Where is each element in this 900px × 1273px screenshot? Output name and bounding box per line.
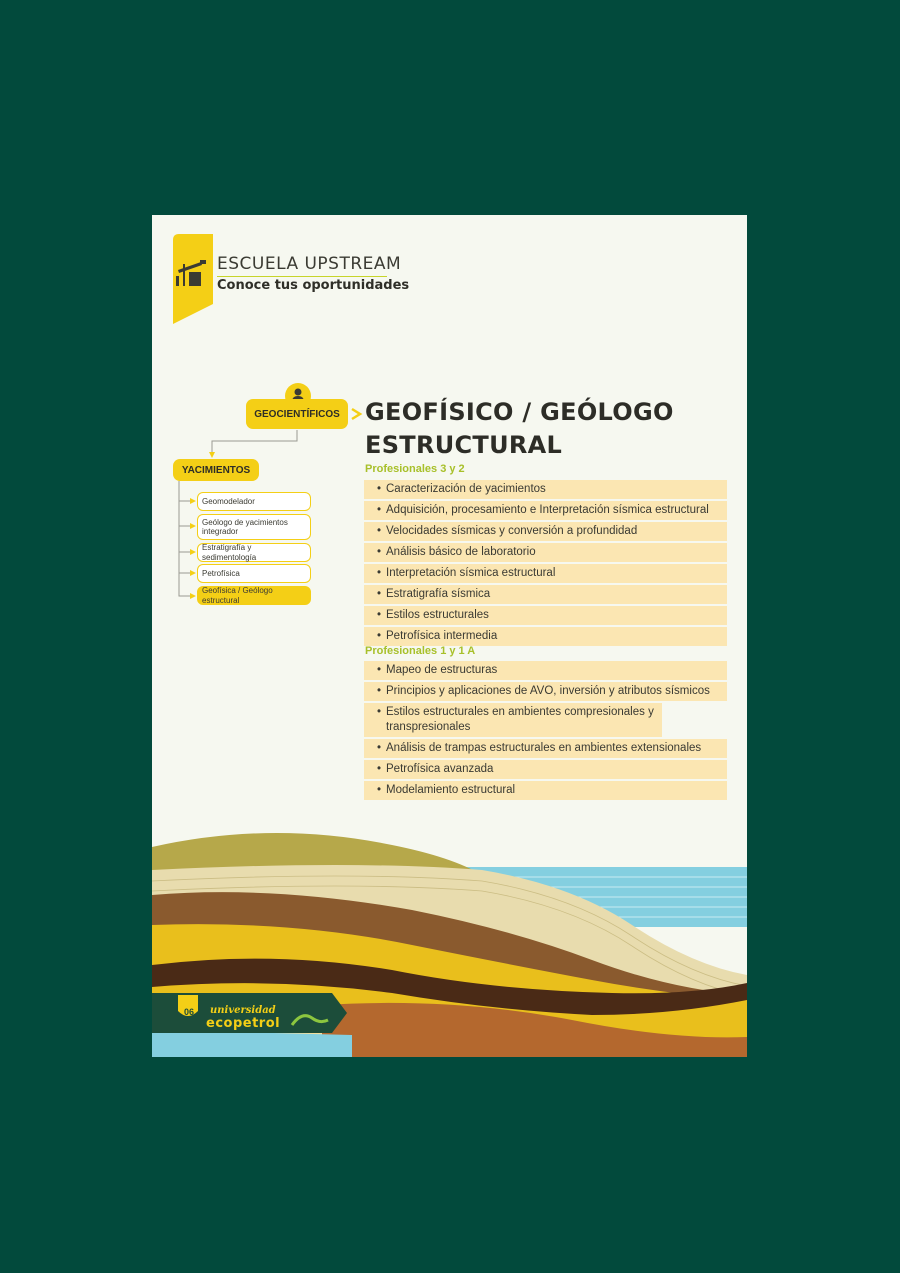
list-item: Adquisición, procesamiento e Interpretac… <box>364 501 727 522</box>
brand-line-2: ecopetrol <box>206 1016 281 1031</box>
subcategory-pill[interactable]: YACIMIENTOS <box>173 459 259 481</box>
list-item: Modelamiento estructural <box>364 781 727 802</box>
list-item: Petrofísica avanzada <box>364 760 727 781</box>
course-list-3-2: Caracterización de yacimientos Adquisici… <box>364 480 727 648</box>
section-heading-3-2: Profesionales 3 y 2 <box>365 463 465 475</box>
list-item: Estratigrafía sísmica <box>364 585 727 606</box>
list-item: Estilos estructurales <box>364 606 727 627</box>
nav-item-geologo-yacimientos[interactable]: Geólogo de yacimientos integrador <box>197 514 311 540</box>
category-pill[interactable]: GEOCIENTÍFICOS <box>246 399 348 429</box>
list-item: Interpretación sísmica estructural <box>364 564 727 585</box>
list-item: Caracterización de yacimientos <box>364 480 727 501</box>
title-line-2: ESTRUCTURAL <box>365 431 563 459</box>
brand-line-1: universidad <box>210 1005 276 1016</box>
list-item: Velocidades sísmicas y conversión a prof… <box>364 522 727 543</box>
course-list-1-1a: Mapeo de estructuras Principios y aplica… <box>364 661 727 802</box>
nav-item-geofisica-active[interactable]: Geofísica / Geólogo estructural <box>197 586 311 605</box>
list-item: Análisis de trampas estructurales en amb… <box>364 739 727 760</box>
section-heading-1-1a: Profesionales 1 y 1 A <box>365 645 476 657</box>
document-page: ESCUELA UPSTREAM Conoce tus oportunidade… <box>152 215 747 1057</box>
list-item: Estilos estructurales en ambientes compr… <box>364 703 662 739</box>
list-item: Análisis básico de laboratorio <box>364 543 727 564</box>
page-title: GEOFÍSICO / GEÓLOGO ESTRUCTURAL <box>365 396 674 462</box>
nav-item-estratigrafia[interactable]: Estratigrafía y sedimentología <box>197 543 311 562</box>
page-number: 06 <box>183 1007 194 1017</box>
title-line-1: GEOFÍSICO / GEÓLOGO <box>365 398 674 426</box>
list-item: Mapeo de estructuras <box>364 661 727 682</box>
list-item: Principios y aplicaciones de AVO, invers… <box>364 682 727 703</box>
nav-item-petrofisica[interactable]: Petrofísica <box>197 564 311 583</box>
nav-item-geomodelador[interactable]: Geomodelador <box>197 492 311 511</box>
